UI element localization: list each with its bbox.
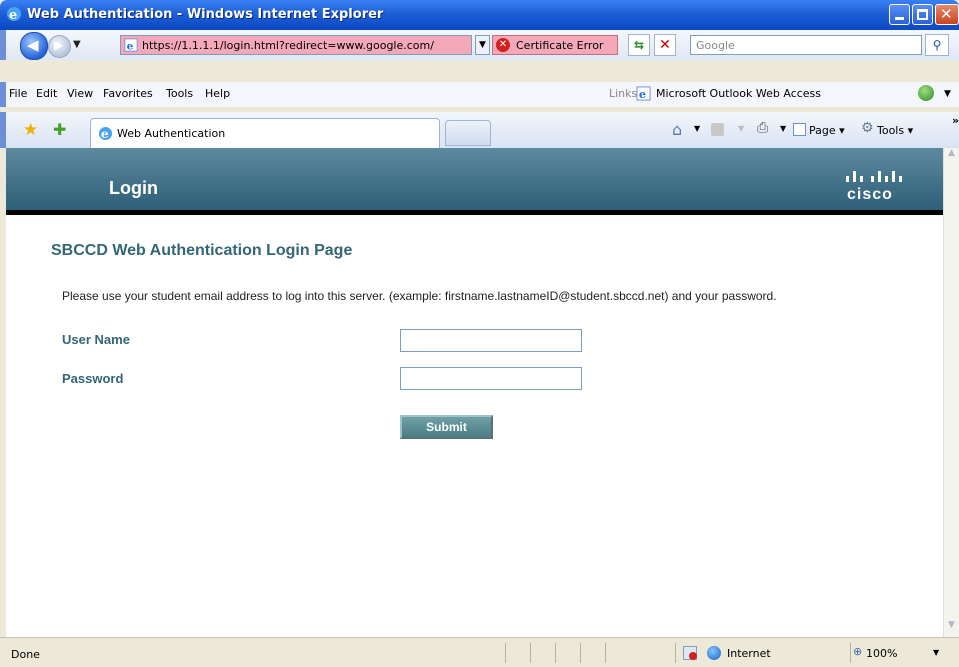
- status-divider: [555, 643, 556, 663]
- chevron-down-icon[interactable]: ▼: [694, 124, 700, 133]
- tab-label: Web Authentication: [117, 127, 226, 140]
- close-button[interactable]: ✕: [935, 4, 959, 25]
- page-icon: [793, 123, 806, 136]
- chevron-down-icon[interactable]: ▼: [780, 124, 786, 133]
- add-favorite-icon[interactable]: ✚: [53, 120, 66, 139]
- menu-view[interactable]: View: [67, 87, 93, 100]
- page-heading: SBCCD Web Authentication Login Page: [51, 242, 353, 259]
- zoom-level[interactable]: 100%: [866, 647, 897, 660]
- status-divider: [505, 643, 506, 663]
- certificate-error-icon[interactable]: [683, 646, 697, 660]
- chevron-right-icon[interactable]: »: [952, 114, 959, 127]
- tools-menu[interactable]: Tools ▾: [877, 124, 913, 137]
- status-divider: [580, 643, 581, 663]
- certificate-error-button[interactable]: ✕ Certificate Error: [492, 35, 618, 55]
- feeds-icon[interactable]: [711, 123, 724, 136]
- link-outlook-web-access[interactable]: Microsoft Outlook Web Access: [656, 87, 821, 100]
- login-instructions: Please use your student email address to…: [62, 289, 777, 303]
- status-divider: [675, 643, 676, 663]
- search-input[interactable]: Google: [690, 35, 922, 55]
- history-dropdown-icon[interactable]: ▼: [73, 39, 81, 50]
- url-dropdown-button[interactable]: ▼: [475, 35, 490, 55]
- menu-help[interactable]: Help: [205, 87, 230, 100]
- shield-error-icon: ✕: [496, 38, 510, 52]
- stop-button[interactable]: ✕: [654, 34, 676, 56]
- username-label: User Name: [62, 332, 130, 347]
- arrow-right-icon: ▶: [54, 38, 64, 52]
- tab-web-authentication[interactable]: e Web Authentication: [90, 118, 440, 148]
- maximize-button[interactable]: [912, 4, 933, 25]
- svg-text:e: e: [101, 127, 109, 141]
- ie-logo-icon: e: [7, 7, 21, 22]
- internet-zone-icon: [707, 646, 721, 660]
- minimize-button[interactable]: [889, 4, 910, 25]
- links-label: Links: [609, 87, 638, 100]
- forward-button[interactable]: ▶: [48, 35, 71, 58]
- address-bar[interactable]: e https://1.1.1.1/login.html?redirect=ww…: [120, 35, 472, 55]
- page-menu[interactable]: Page ▾: [809, 124, 845, 137]
- menu-bar: File Edit View Favorites Tools Help Link…: [0, 82, 959, 107]
- gear-icon: ⚙: [861, 120, 874, 136]
- search-button[interactable]: ⚲: [925, 34, 949, 56]
- login-banner: Login cisco: [6, 148, 943, 215]
- ie-page-icon: e: [636, 86, 651, 101]
- close-icon: ✕: [940, 5, 953, 23]
- menu-tools[interactable]: Tools: [166, 87, 193, 100]
- window-title: Web Authentication - Windows Internet Ex…: [27, 7, 384, 22]
- status-text: Done: [11, 648, 40, 661]
- minimize-icon: [895, 17, 904, 20]
- chevron-down-icon[interactable]: ▼: [944, 89, 951, 99]
- zoom-icon: ⊕: [853, 645, 863, 658]
- chevron-down-icon[interactable]: ▼: [933, 648, 939, 657]
- search-icon: ⚲: [932, 38, 942, 52]
- vertical-scrollbar[interactable]: ▲ ▼: [943, 148, 959, 637]
- svg-text:e: e: [127, 40, 134, 52]
- security-zone-label: Internet: [727, 647, 771, 660]
- menu-file[interactable]: File: [9, 87, 27, 100]
- tab-bar: ★ ✚ e Web Authentication ⌂ ▼ ▼ ⎙ ▼ Page …: [0, 112, 959, 148]
- username-input[interactable]: [400, 329, 582, 352]
- scroll-down-icon[interactable]: ▼: [944, 620, 959, 636]
- toolbar-addon-icon[interactable]: [918, 85, 934, 101]
- new-tab-button[interactable]: [445, 120, 491, 146]
- maximize-icon: [917, 9, 928, 20]
- password-input[interactable]: [400, 367, 582, 390]
- page-content: Login cisco SBCCD Web Authentication Log…: [6, 148, 943, 637]
- status-divider: [605, 643, 606, 663]
- url-text: https://1.1.1.1/login.html?redirect=www.…: [142, 39, 434, 52]
- address-toolbar: ◀ ▶ ▼ e https://1.1.1.1/login.html?redir…: [0, 30, 959, 60]
- svg-text:e: e: [9, 8, 17, 22]
- submit-button[interactable]: Submit: [400, 415, 493, 439]
- favorites-star-icon[interactable]: ★: [23, 120, 38, 140]
- ie-logo-icon: e: [98, 126, 113, 141]
- home-icon[interactable]: ⌂: [672, 120, 682, 139]
- refresh-button[interactable]: ⇆: [628, 34, 650, 56]
- menu-edit[interactable]: Edit: [36, 87, 57, 100]
- menu-favorites[interactable]: Favorites: [103, 87, 153, 100]
- title-bar: e Web Authentication - Windows Internet …: [0, 0, 959, 30]
- svg-text:e: e: [639, 87, 646, 101]
- banner-title: Login: [109, 178, 158, 198]
- arrow-left-icon: ◀: [27, 36, 39, 54]
- stop-icon: ✕: [659, 37, 671, 53]
- search-placeholder: Google: [696, 39, 735, 52]
- print-icon[interactable]: ⎙: [757, 120, 768, 136]
- refresh-icon: ⇆: [633, 38, 645, 52]
- scroll-up-icon[interactable]: ▲: [944, 148, 959, 164]
- password-label: Password: [62, 371, 124, 386]
- status-divider: [530, 643, 531, 663]
- certificate-error-label: Certificate Error: [516, 39, 604, 52]
- status-divider: [850, 643, 851, 663]
- page-icon: e: [124, 38, 138, 52]
- back-button[interactable]: ◀: [20, 32, 48, 60]
- chevron-down-icon: ▼: [738, 124, 745, 133]
- status-bar: Done Internet ⊕ 100% ▼: [0, 637, 959, 667]
- cisco-logo-text: cisco: [847, 186, 893, 203]
